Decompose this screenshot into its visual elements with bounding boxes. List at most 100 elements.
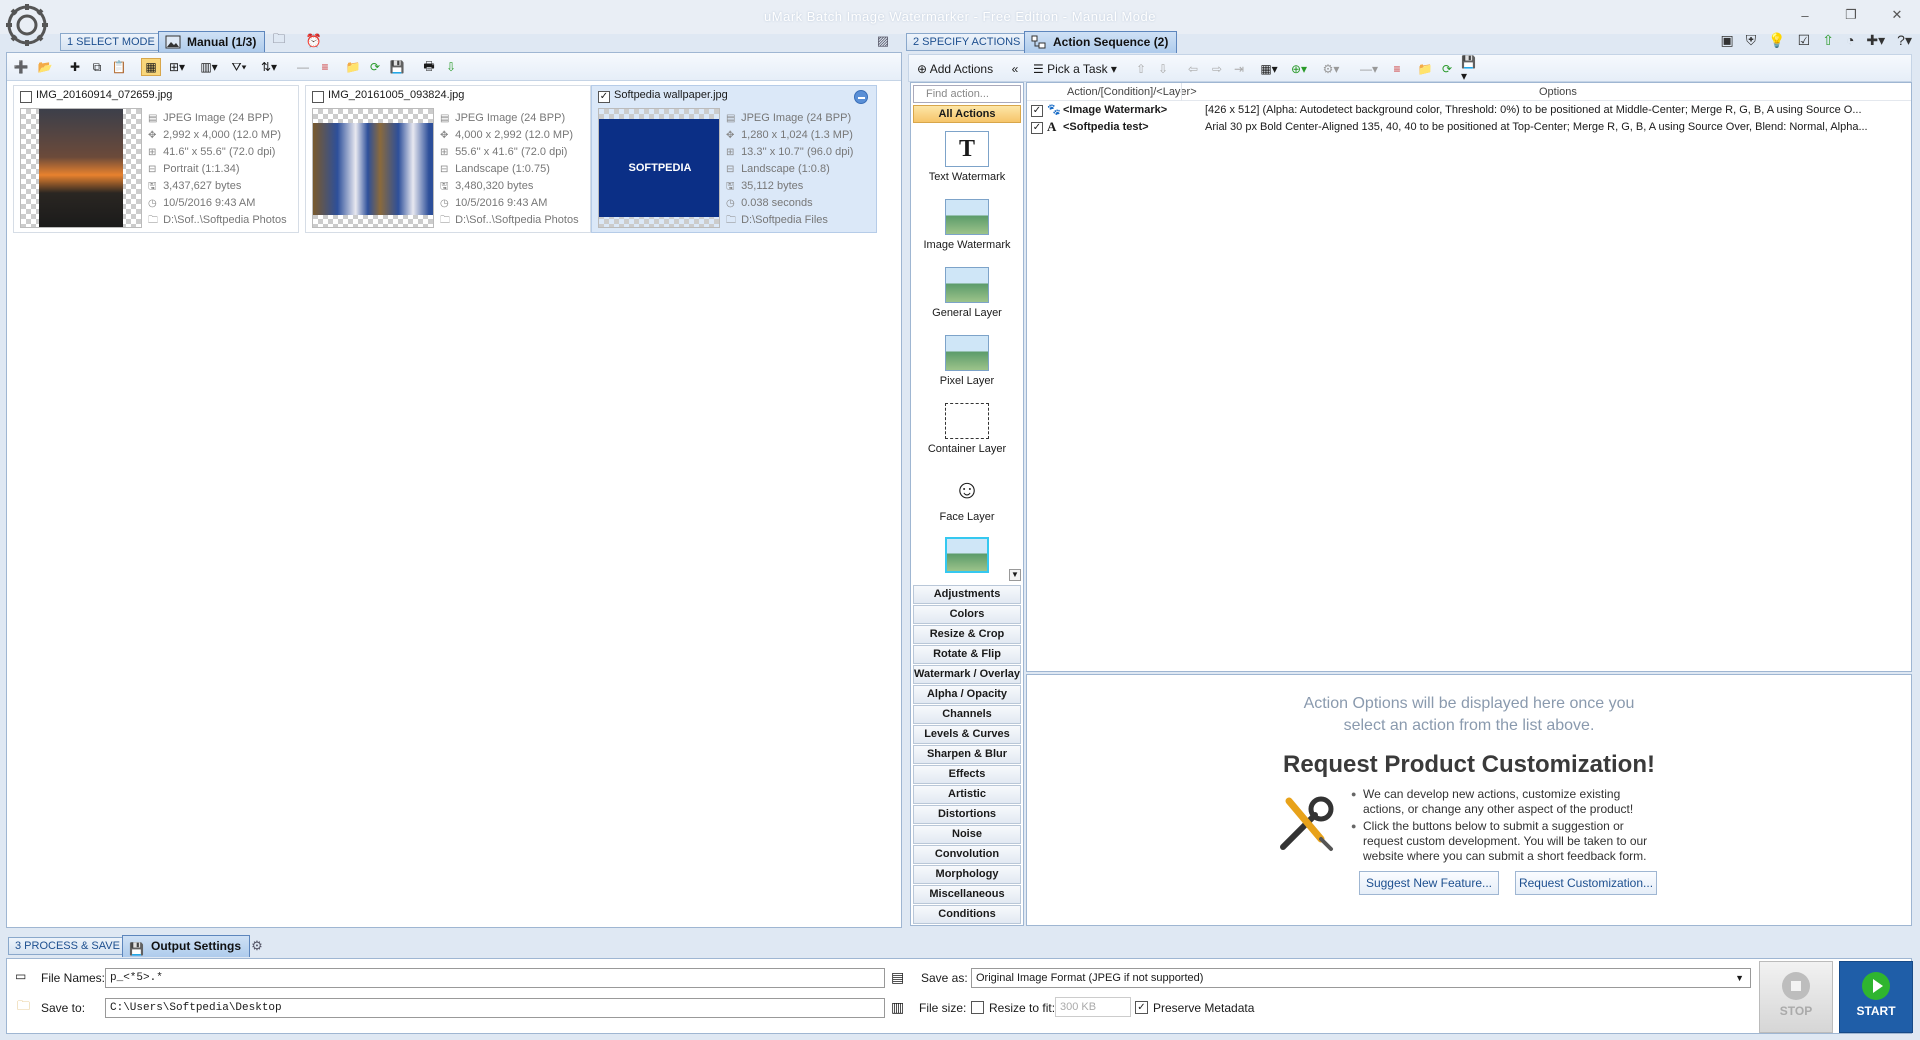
column-action[interactable]: Action/[Condition]/<Layer> (1067, 86, 1197, 98)
find-action-input[interactable]: Find action... (913, 85, 1021, 103)
image-card[interactable]: IMG_20161005_093824.jpg ▤ JPEG Image (24… (305, 85, 591, 233)
thumbnail-view-icon[interactable]: ▦ (141, 58, 161, 76)
settings-gear-icon[interactable]: ⚙ (248, 937, 266, 955)
save-list-icon[interactable]: 💾 (387, 58, 407, 76)
category-levels-curves[interactable]: Levels & Curves (913, 725, 1021, 744)
request-customization-button[interactable]: Request Customization... (1515, 871, 1657, 895)
move-down-icon[interactable]: ⇩ (1153, 60, 1173, 78)
category-convolution[interactable]: Convolution (913, 845, 1021, 864)
add-single-icon[interactable]: ✚ (65, 58, 85, 76)
action-checkbox[interactable]: ✓ (1031, 105, 1043, 117)
tab-manual-mode[interactable]: Manual (1/3) (158, 31, 266, 53)
suggest-feature-button[interactable]: Suggest New Feature... (1359, 871, 1499, 895)
add-condition-icon[interactable]: ⊕▾ (1289, 60, 1309, 78)
remove-all-icon[interactable]: ≡ (315, 58, 335, 76)
columns-icon[interactable]: ▥▾ (199, 58, 219, 76)
preserve-metadata-checkbox[interactable]: ✓ (1135, 1001, 1148, 1014)
add-menu-icon[interactable]: ✚▾ (1866, 32, 1885, 49)
checklist-icon[interactable]: ☑ (1798, 32, 1811, 49)
library-item-text-watermark[interactable]: T Text Watermark (913, 127, 1021, 189)
save-to-input[interactable]: C:\Users\Softpedia\Desktop (105, 998, 885, 1018)
save-sequence-icon[interactable]: 💾▾ (1461, 55, 1481, 83)
image-checkbox[interactable] (312, 91, 324, 103)
settings-gear-icon[interactable]: ⚙▾ (1321, 60, 1341, 78)
maximize-button[interactable]: ❐ (1828, 0, 1874, 30)
help-icon[interactable]: ?▾ (1897, 32, 1912, 49)
image-card-selected[interactable]: ✓ Softpedia wallpaper.jpg SOFTPEDIA ▤ JP… (591, 85, 877, 233)
pick-task-button[interactable]: ☰ Pick a Task ▾ (1033, 62, 1117, 76)
minimize-button[interactable]: – (1782, 0, 1828, 30)
open-list-icon[interactable]: 📁 (343, 58, 363, 76)
library-item-container-layer[interactable]: Container Layer (913, 399, 1021, 461)
collapse-library-icon[interactable]: « (1005, 60, 1025, 78)
action-checkbox[interactable]: ✓ (1031, 122, 1043, 134)
paste-icon[interactable]: 📋 (109, 58, 129, 76)
open-sequence-icon[interactable]: 📁 (1415, 60, 1435, 78)
action-row[interactable]: ✓ A <Softpedia test> Arial 30 px Bold Ce… (1027, 120, 1911, 136)
library-item-partial[interactable] (913, 533, 1021, 579)
scroll-down-icon[interactable]: ▼ (1009, 569, 1021, 581)
add-folder-icon[interactable]: 📂 (35, 58, 55, 76)
remove-action-icon[interactable]: —▾ (1359, 60, 1379, 78)
tab-action-sequence[interactable]: Action Sequence (2) (1024, 31, 1178, 53)
stop-button[interactable]: STOP (1759, 961, 1833, 1033)
shield-icon[interactable]: ⛨ (1746, 32, 1757, 49)
category-distortions[interactable]: Distortions (913, 805, 1021, 824)
console-icon[interactable]: ▣ (1720, 32, 1733, 49)
library-item-face-layer[interactable]: ☺ Face Layer (913, 467, 1021, 529)
reload-icon[interactable]: ⟳ (365, 58, 385, 76)
move-left-icon[interactable]: ⇦ (1183, 60, 1203, 78)
resize-size-input[interactable]: 300 KB (1055, 997, 1131, 1017)
lightbulb-icon[interactable]: 💡 (1768, 32, 1785, 49)
download-icon[interactable]: ⇩ (441, 58, 461, 76)
category-watermark-overlay[interactable]: Watermark / Overlay (913, 665, 1021, 684)
image-checkbox-checked[interactable]: ✓ (598, 91, 610, 103)
image-checkbox[interactable] (20, 91, 32, 103)
resize-checkbox[interactable] (971, 1001, 984, 1014)
remove-icon[interactable]: — (293, 58, 313, 76)
filter-icon[interactable]: ⛛▾ (229, 58, 249, 76)
copy-icon[interactable]: ⧉ (87, 58, 107, 76)
move-up-icon[interactable]: ⇧ (1131, 60, 1151, 78)
file-names-input[interactable]: p_<*5>.* (105, 968, 885, 988)
save-as-select[interactable]: Original Image Format (JPEG if not suppo… (971, 968, 1751, 988)
reload-sequence-icon[interactable]: ⟳ (1437, 60, 1457, 78)
move-right-icon[interactable]: ⇨ (1207, 60, 1227, 78)
action-row[interactable]: ✓ 🐾 <Image Watermark> [426 x 512] (Alpha… (1027, 103, 1911, 119)
category-channels[interactable]: Channels (913, 705, 1021, 724)
folder-icon[interactable]: 🗀 (17, 997, 30, 1019)
view-options-icon[interactable]: ⊞▾ (167, 58, 187, 76)
category-rotate-flip[interactable]: Rotate & Flip (913, 645, 1021, 664)
feed-icon[interactable]: ◔ (1846, 32, 1854, 49)
alarm-clock-icon[interactable]: ⏰ (305, 32, 323, 50)
category-artistic[interactable]: Artistic (913, 785, 1021, 804)
add-images-icon[interactable]: ➕ (11, 58, 31, 76)
start-button[interactable]: START (1839, 961, 1913, 1033)
layout-icon[interactable]: ▦▾ (1259, 60, 1279, 78)
tab-output-settings[interactable]: 💾 Output Settings (122, 935, 250, 957)
category-miscellaneous[interactable]: Miscellaneous (913, 885, 1021, 904)
library-item-general-layer[interactable]: General Layer (913, 263, 1021, 325)
category-colors[interactable]: Colors (913, 605, 1021, 624)
image-preview-icon[interactable]: ▨ (874, 32, 892, 50)
category-adjustments[interactable]: Adjustments (913, 585, 1021, 604)
all-actions-button[interactable]: All Actions (913, 105, 1021, 123)
library-item-pixel-layer[interactable]: Pixel Layer (913, 331, 1021, 393)
category-sharpen-blur[interactable]: Sharpen & Blur (913, 745, 1021, 764)
clear-actions-icon[interactable]: ≡ (1387, 60, 1407, 78)
category-alpha-opacity[interactable]: Alpha / Opacity (913, 685, 1021, 704)
move-last-icon[interactable]: ⇥ (1229, 60, 1249, 78)
category-resize-crop[interactable]: Resize & Crop (913, 625, 1021, 644)
sort-icon[interactable]: ⇅▾ (259, 58, 279, 76)
category-morphology[interactable]: Morphology (913, 865, 1021, 884)
column-options[interactable]: Options (1539, 86, 1577, 98)
remove-image-icon[interactable] (854, 90, 868, 104)
folder-watch-icon[interactable]: 🗀 (270, 31, 288, 50)
library-item-image-watermark[interactable]: Image Watermark (913, 195, 1021, 257)
update-arrow-icon[interactable]: ⇧ (1822, 32, 1834, 49)
category-noise[interactable]: Noise (913, 825, 1021, 844)
category-conditions[interactable]: Conditions (913, 905, 1021, 924)
print-icon[interactable]: 🖶 (419, 58, 439, 76)
add-actions-button[interactable]: ⊕ Add Actions (917, 62, 993, 76)
category-effects[interactable]: Effects (913, 765, 1021, 784)
